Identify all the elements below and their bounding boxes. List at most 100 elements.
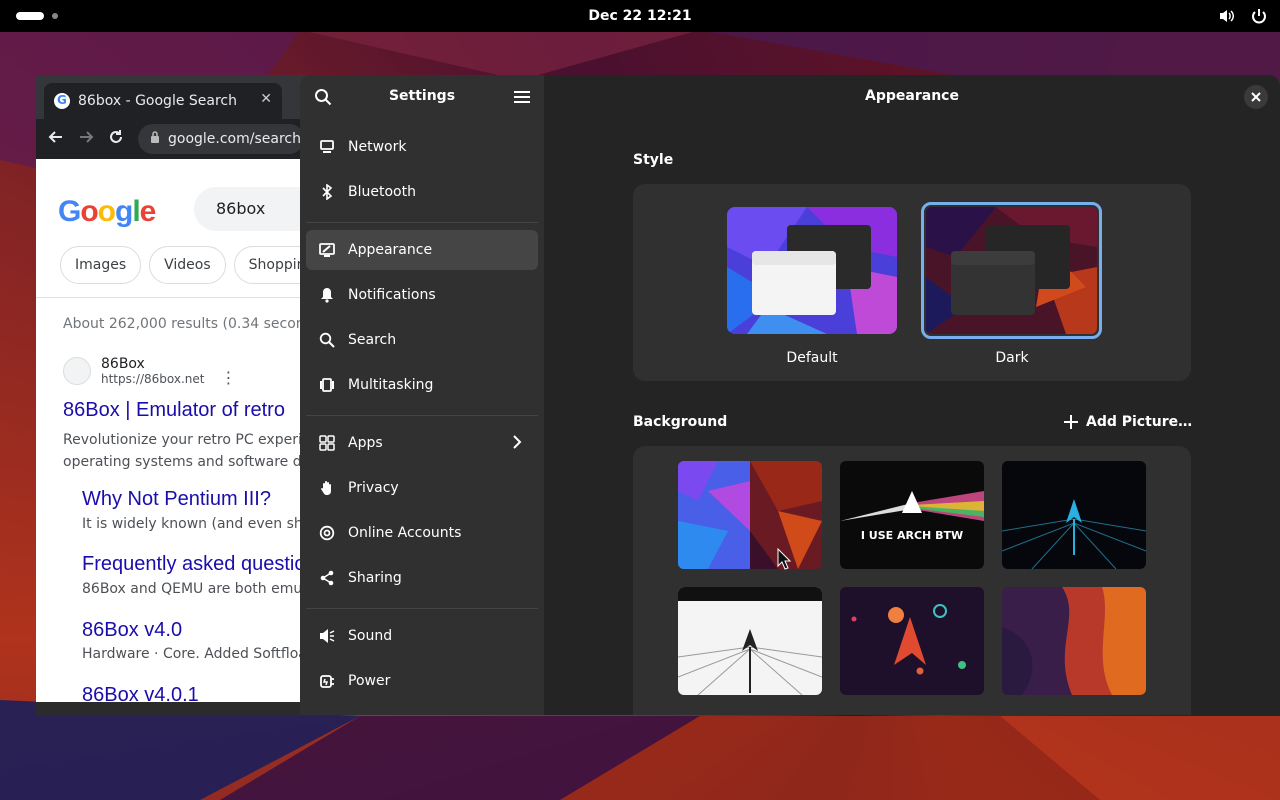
result-snippet-line-2: operating systems and software desig: [63, 454, 316, 470]
network-icon: [318, 138, 336, 156]
wallpaper-thumbnail[interactable]: [678, 587, 822, 695]
reload-icon[interactable]: [108, 129, 124, 149]
wallpaper-thumbnail[interactable]: [840, 587, 984, 695]
wallpaper-thumbnail[interactable]: [1002, 461, 1146, 569]
address-bar[interactable]: google.com/search?: [138, 124, 304, 154]
add-picture-label: Add Picture…: [1086, 414, 1193, 430]
sublink-title[interactable]: Frequently asked questio: [82, 553, 305, 576]
clock[interactable]: Dec 22 12:21: [0, 8, 1280, 24]
more-options-icon[interactable]: ⋮: [220, 368, 236, 387]
search-filter-chips: Images Videos Shopping: [60, 246, 316, 284]
sublink-snippet: It is widely known (and even shown: [82, 516, 316, 532]
sidebar-item-label: Apps: [348, 435, 383, 451]
sidebar-item-label: Multitasking: [348, 377, 434, 393]
mouse-cursor-icon: [777, 548, 791, 570]
sidebar-item-bluetooth[interactable]: Bluetooth: [306, 172, 538, 212]
sidebar-item-label: Network: [348, 139, 407, 155]
tab-strip: 86box - Google Search ✕: [36, 75, 316, 119]
power-plug-icon: [318, 672, 336, 690]
sidebar-item-label: Sharing: [348, 570, 402, 586]
browser-toolbar: google.com/search?: [36, 119, 316, 159]
speaker-icon: [318, 627, 336, 645]
sidebar-item-sharing[interactable]: Sharing: [306, 558, 538, 598]
close-button[interactable]: [1244, 85, 1268, 109]
site-favicon-icon: [63, 356, 91, 385]
forward-icon[interactable]: [78, 129, 94, 149]
power-icon[interactable]: [1250, 7, 1268, 25]
close-tab-icon[interactable]: ✕: [260, 91, 272, 107]
browser-window: 86box - Google Search ✕ google.com/searc…: [36, 75, 316, 716]
appearance-panel: Appearance Style Default Dark Background…: [544, 75, 1280, 715]
sidebar-item-apps[interactable]: Apps: [306, 423, 538, 463]
sidebar-item-label: Bluetooth: [348, 184, 416, 200]
sidebar-header: Settings: [300, 75, 544, 119]
style-option-dark[interactable]: [921, 202, 1102, 339]
add-picture-button[interactable]: Add Picture…: [1064, 414, 1192, 430]
hand-icon: [318, 479, 336, 497]
sidebar-separator: [306, 222, 538, 223]
style-selector: Default Dark: [633, 184, 1191, 381]
sidebar-item-online-accounts[interactable]: Online Accounts: [306, 513, 538, 553]
url-text: google.com/search?: [168, 131, 304, 147]
sidebar-item-search[interactable]: Search: [306, 320, 538, 360]
sublink-title[interactable]: Why Not Pentium III?: [82, 488, 271, 511]
sublink-title[interactable]: 86Box v4.0: [82, 619, 182, 642]
appearance-icon: [318, 241, 336, 259]
sublink-snippet: 86Box and QEMU are both emulato: [82, 581, 316, 597]
plus-icon: [1064, 415, 1078, 429]
result-snippet-line-1: Revolutionize your retro PC experienc: [63, 432, 316, 448]
sidebar-item-network[interactable]: Network: [306, 127, 538, 167]
wallpaper-thumbnail[interactable]: I USE ARCH BTW: [840, 461, 984, 569]
page-title: Appearance: [865, 88, 959, 104]
sidebar-item-label: Online Accounts: [348, 525, 462, 541]
wallpaper-caption: I USE ARCH BTW: [861, 529, 963, 542]
sidebar-item-label: Search: [348, 332, 397, 348]
settings-sidebar: Settings Network Bluetooth Appearance No…: [300, 75, 544, 715]
hamburger-menu-icon[interactable]: [514, 89, 530, 108]
style-section-label: Style: [633, 152, 674, 168]
result-title-link[interactable]: 86Box | Emulator of retro: [63, 399, 285, 422]
chip-videos[interactable]: Videos: [149, 246, 226, 284]
apps-icon: [318, 434, 336, 452]
sublink-snippet: Hardware · Core. Added Softfloat F: [82, 646, 316, 662]
result-stats: About 262,000 results (0.34 seconds): [63, 316, 316, 332]
sidebar-item-privacy[interactable]: Privacy: [306, 468, 538, 508]
wallpaper-thumbnail[interactable]: [678, 461, 822, 569]
sidebar-item-label: Appearance: [348, 242, 433, 258]
chevron-right-icon: [512, 434, 522, 454]
result-site-info[interactable]: 86Box https://86box.net ⋮: [63, 354, 236, 387]
chip-images[interactable]: Images: [60, 246, 142, 284]
divider: [36, 297, 316, 298]
settings-window: Settings Network Bluetooth Appearance No…: [300, 75, 1280, 715]
style-option-default-label: Default: [786, 350, 838, 366]
sidebar-separator: [306, 608, 538, 609]
sidebar-separator: [306, 415, 538, 416]
volume-icon[interactable]: [1218, 7, 1236, 25]
style-option-dark-label: Dark: [995, 350, 1029, 366]
background-section-label: Background: [633, 414, 728, 430]
sidebar-item-power[interactable]: Power: [306, 661, 538, 701]
sidebar-item-sound[interactable]: Sound: [306, 616, 538, 656]
lock-icon: [150, 131, 160, 147]
back-icon[interactable]: [48, 129, 64, 149]
sidebar-item-label: Sound: [348, 628, 393, 644]
background-gallery: I USE ARCH BTW: [633, 446, 1191, 715]
sidebar-item-label: Notifications: [348, 287, 436, 303]
sidebar-item-appearance[interactable]: Appearance: [306, 230, 538, 270]
at-icon: [318, 524, 336, 542]
style-option-default[interactable]: [727, 207, 897, 334]
top-bar: Dec 22 12:21: [0, 0, 1280, 32]
browser-tab[interactable]: 86box - Google Search ✕: [44, 83, 282, 119]
site-url: https://86box.net: [101, 371, 205, 386]
system-tray[interactable]: [1218, 7, 1268, 25]
search-input[interactable]: 86box: [194, 187, 316, 231]
horizontal-scrollbar[interactable]: [36, 702, 316, 716]
multitasking-icon: [318, 376, 336, 394]
google-logo[interactable]: Google: [58, 195, 156, 229]
close-icon: [1251, 92, 1261, 102]
page-content: Google 86box Images Videos Shopping Abou…: [36, 159, 316, 716]
sidebar-title: Settings: [388, 88, 456, 104]
wallpaper-thumbnail[interactable]: [1002, 587, 1146, 695]
sidebar-item-multitasking[interactable]: Multitasking: [306, 365, 538, 405]
sidebar-item-notifications[interactable]: Notifications: [306, 275, 538, 315]
